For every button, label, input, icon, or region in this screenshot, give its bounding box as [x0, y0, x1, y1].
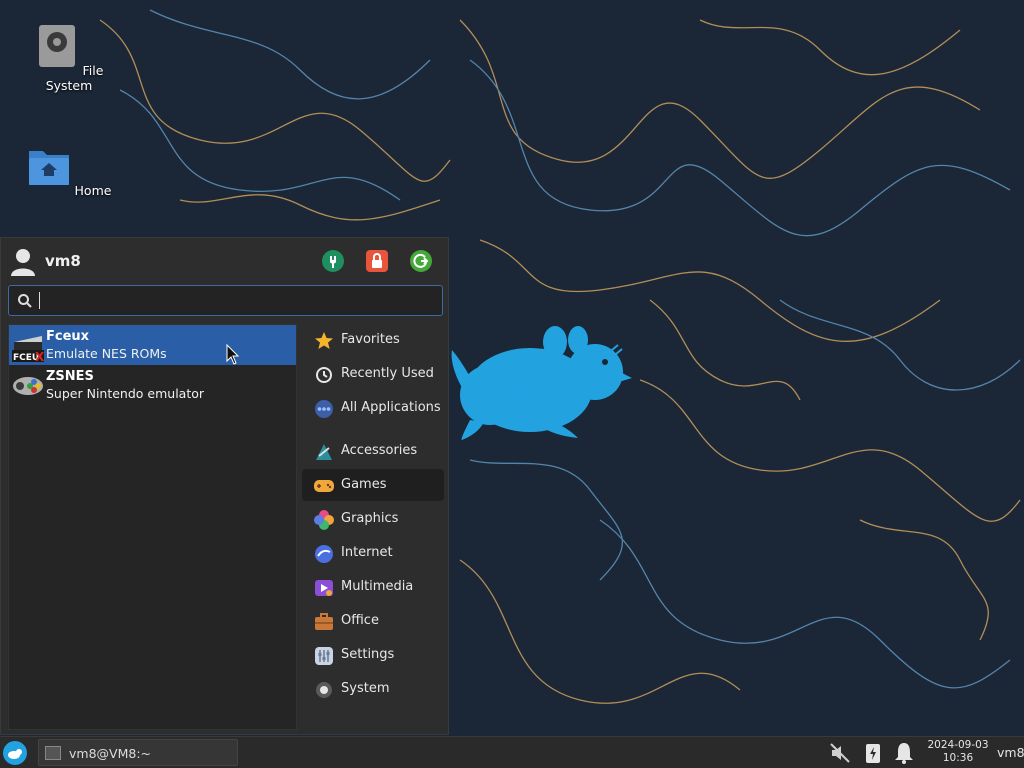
logout-button[interactable]: [410, 250, 432, 272]
search-icon: [18, 294, 32, 308]
search-field[interactable]: [8, 285, 443, 316]
category-multimedia[interactable]: Multimedia: [302, 571, 444, 603]
task-label: vm8@VM8:~: [69, 746, 152, 761]
taskbar-user[interactable]: vm8: [997, 745, 1024, 760]
category-label: Internet: [341, 545, 393, 560]
menu-header: vm8: [1, 238, 450, 284]
category-games[interactable]: Games: [302, 469, 444, 501]
username-label: vm8: [45, 252, 81, 270]
app-item-fceux[interactable]: FCEU X Fceux Emulate NES ROMs: [9, 325, 296, 365]
category-label: Accessories: [341, 443, 418, 458]
clock[interactable]: 2024-09-03 10:36: [922, 739, 994, 765]
accessories-icon: [316, 444, 332, 460]
app-description: Emulate NES ROMs: [46, 346, 167, 361]
category-label: Settings: [341, 647, 395, 662]
power-battery-icon[interactable]: [861, 741, 885, 765]
home-folder-icon: [28, 151, 69, 185]
category-label: Office: [341, 613, 379, 628]
terminal-icon: [45, 746, 61, 760]
category-internet[interactable]: Internet: [302, 537, 444, 569]
system-icon: [316, 682, 332, 698]
clock-time: 10:36: [942, 752, 974, 764]
desktop-icon-home[interactable]: Home: [19, 145, 119, 198]
clock-date: 2024-09-03: [927, 739, 989, 751]
settings-manager-button[interactable]: [322, 250, 344, 272]
graphics-icon: [314, 510, 334, 530]
category-settings[interactable]: Settings: [302, 639, 444, 671]
drive-icon: [38, 25, 75, 67]
category-label: Favorites: [341, 332, 400, 347]
category-label: Games: [341, 477, 387, 492]
multimedia-icon: [315, 580, 333, 596]
category-graphics[interactable]: Graphics: [302, 503, 444, 535]
briefcase-icon: [315, 613, 333, 630]
notification-bell-icon[interactable]: [892, 741, 916, 765]
settings-icon: [315, 647, 333, 665]
user-avatar-icon: [11, 249, 35, 276]
text-caret: [39, 292, 40, 309]
category-all-applications[interactable]: All Applications: [302, 392, 444, 424]
category-label: Recently Used: [341, 366, 434, 381]
globe-icon: [315, 545, 333, 563]
zsnes-icon: [13, 377, 43, 395]
category-label: System: [341, 681, 390, 696]
category-favorites[interactable]: Favorites: [302, 324, 444, 356]
volume-muted-icon[interactable]: [828, 741, 852, 765]
task-terminal[interactable]: vm8@VM8:~: [38, 739, 238, 766]
star-icon: [315, 332, 333, 349]
category-office[interactable]: Office: [302, 605, 444, 637]
gamepad-icon: [314, 480, 334, 492]
search-input[interactable]: [39, 289, 438, 314]
app-name: ZSNES: [46, 369, 94, 384]
lock-screen-button[interactable]: [366, 250, 388, 272]
app-item-zsnes[interactable]: ZSNES Super Nintendo emulator: [9, 365, 296, 405]
category-accessories[interactable]: Accessories: [302, 435, 444, 467]
app-description: Super Nintendo emulator: [46, 386, 205, 401]
category-label: Multimedia: [341, 579, 414, 594]
svg-text:X: X: [35, 350, 44, 362]
application-menu: vm8 FCEU X Fceux Emulate NES ROMs ZSNES …: [0, 237, 449, 735]
app-name: Fceux: [46, 329, 90, 344]
whisker-menu-button[interactable]: [2, 740, 28, 766]
category-label: Graphics: [341, 511, 399, 526]
category-recently-used[interactable]: Recently Used: [302, 358, 444, 390]
desktop-icon-label: Home: [74, 183, 112, 198]
fceux-icon: FCEU X: [12, 336, 44, 362]
dots-icon: [315, 400, 333, 418]
clock-icon: [316, 367, 332, 383]
category-list: Favorites Recently Used All Applications…: [302, 324, 444, 730]
mouse-cursor-icon: [226, 344, 240, 365]
desktop-icon-file-system[interactable]: File System: [19, 25, 119, 93]
taskbar: vm8@VM8:~ 2024-09-03 10:36 vm8: [0, 736, 1024, 768]
category-label: All Applications: [341, 400, 441, 415]
application-list: FCEU X Fceux Emulate NES ROMs ZSNES Supe…: [8, 324, 297, 730]
category-system[interactable]: System: [302, 673, 444, 705]
